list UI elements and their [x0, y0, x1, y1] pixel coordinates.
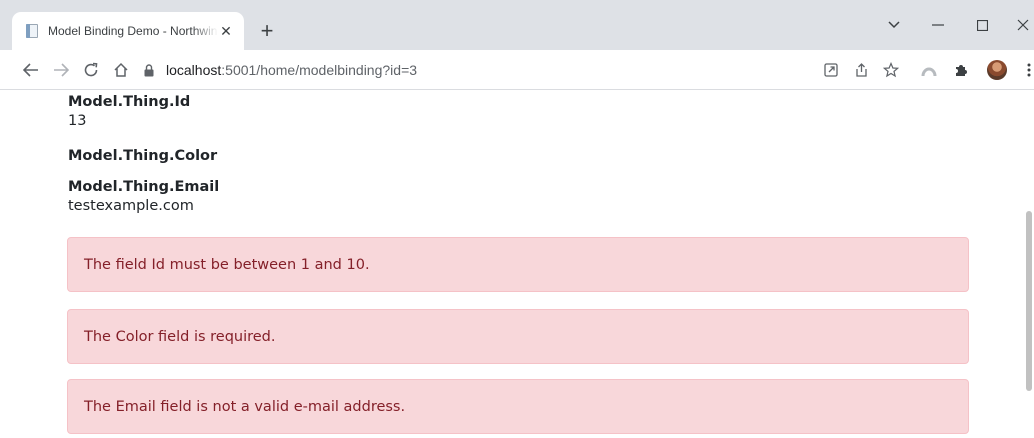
share-icon[interactable] — [850, 59, 872, 81]
validation-error-alert: The Email field is not a valid e-mail ad… — [67, 379, 969, 434]
profile-avatar[interactable] — [987, 60, 1007, 80]
browser-tab[interactable]: Model Binding Demo - Northwind ✕ — [12, 12, 244, 50]
id-label: Model.Thing.Id — [68, 94, 191, 110]
extension-arc-icon[interactable] — [918, 59, 940, 81]
forward-arrow-icon[interactable] — [50, 59, 72, 81]
new-tab-button[interactable]: + — [254, 18, 280, 44]
page-scrollbar[interactable] — [1026, 211, 1032, 391]
back-arrow-icon[interactable] — [20, 59, 42, 81]
close-tab-icon[interactable]: ✕ — [218, 23, 234, 39]
validation-error-alert: The Color field is required. — [67, 309, 969, 364]
tab-strip: Model Binding Demo - Northwind ✕ + — [0, 0, 1034, 50]
open-in-app-icon[interactable] — [820, 59, 842, 81]
tab-title: Model Binding Demo - Northwind — [48, 24, 218, 38]
bookmark-star-icon[interactable] — [880, 59, 902, 81]
tab-search-chevron-icon[interactable] — [883, 14, 905, 36]
url-text: localhost:5001/home/modelbinding?id=3 — [166, 62, 417, 78]
email-label: Model.Thing.Email — [68, 179, 220, 195]
extensions-puzzle-icon[interactable] — [950, 59, 972, 81]
url-host: localhost — [166, 62, 222, 78]
id-field-group: Model.Thing.Id 13 — [68, 94, 968, 129]
email-field-group: Model.Thing.Email testexample.com — [68, 179, 968, 214]
menu-kebab-icon[interactable] — [1018, 59, 1034, 81]
minimize-icon[interactable] — [927, 14, 949, 36]
validation-error-alert: The field Id must be between 1 and 10. — [67, 237, 969, 292]
lock-icon[interactable] — [142, 63, 156, 77]
color-field-group: Model.Thing.Color — [68, 148, 968, 164]
id-value: 13 — [68, 113, 87, 129]
home-icon[interactable] — [110, 59, 132, 81]
email-value: testexample.com — [68, 198, 194, 214]
window-close-icon[interactable] — [1012, 14, 1034, 36]
color-label: Model.Thing.Color — [68, 148, 218, 164]
page-content: Model.Thing.Id 13 Model.Thing.Color Mode… — [0, 91, 1034, 438]
browser-toolbar: localhost:5001/home/modelbinding?id=3 — [0, 50, 1034, 90]
reload-icon[interactable] — [80, 59, 102, 81]
url-path: :5001/home/modelbinding?id=3 — [221, 62, 418, 78]
address-bar[interactable]: localhost:5001/home/modelbinding?id=3 — [142, 56, 912, 84]
maximize-icon[interactable] — [971, 14, 993, 36]
page-favicon-icon — [24, 23, 40, 39]
